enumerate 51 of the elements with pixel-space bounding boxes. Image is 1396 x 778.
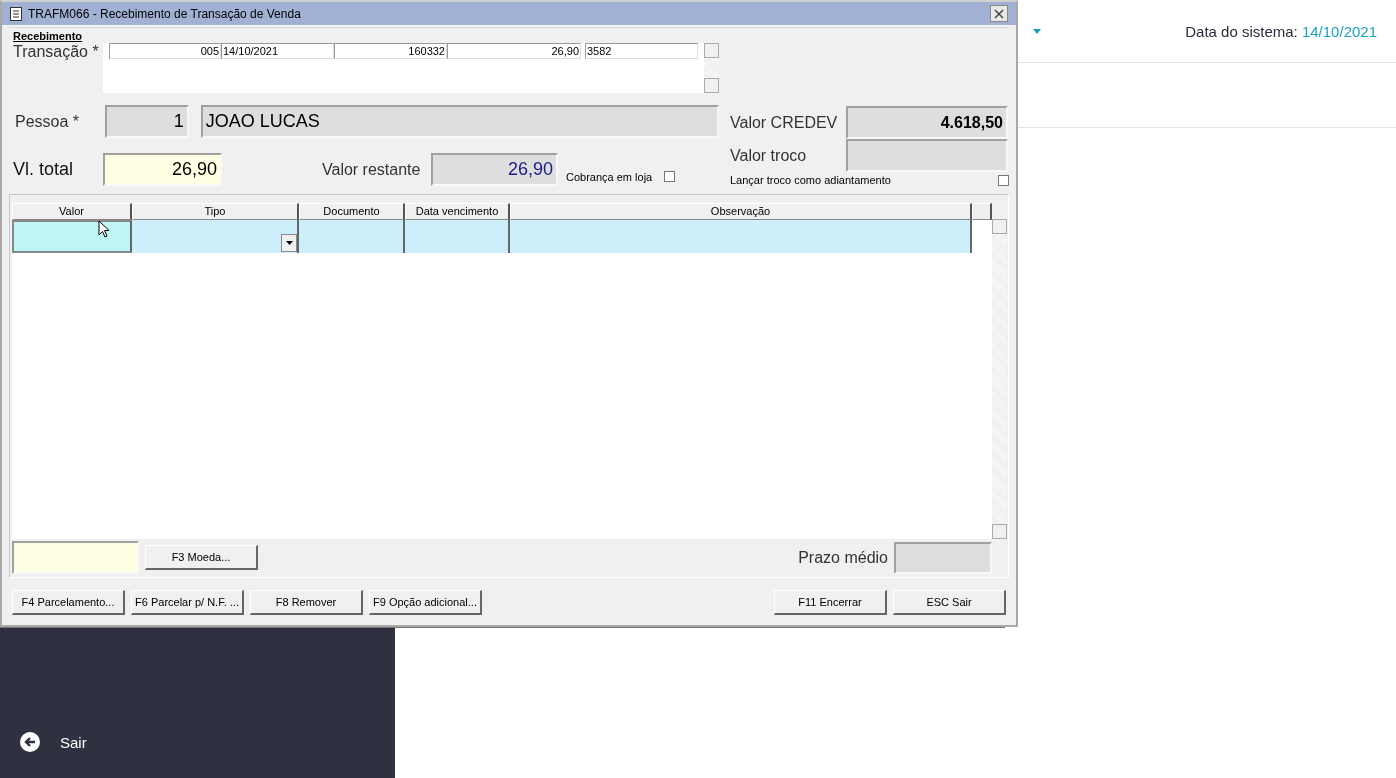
list-cell: 14/10/2021 [221, 43, 334, 59]
table-cell[interactable] [405, 220, 510, 253]
checkbox-label: Cobrança em loja [566, 171, 653, 183]
corner-header[interactable] [972, 203, 992, 220]
field-label: Valor CREDEV [730, 113, 839, 132]
window-title: TRAFM066 - Recebimento de Transação de Venda [28, 6, 302, 21]
checkbox[interactable] [998, 174, 1009, 186]
scroll-bar[interactable] [992, 219, 1007, 539]
field-label: Transação * [13, 43, 100, 62]
close-icon [994, 8, 1004, 19]
system-date: Data do sistema: 14/10/2021 [1185, 22, 1377, 40]
field-label: Pessoa * [14, 112, 81, 131]
remaining-field[interactable]: 26,90 [431, 153, 558, 186]
person-name-field[interactable]: JOAO LUCAS [200, 105, 719, 138]
close-button[interactable] [990, 5, 1008, 22]
list-cell: 160332 [334, 43, 447, 59]
transaction-list[interactable]: 005 14/10/2021 160332 26,90 3582 [103, 43, 719, 93]
table-cell[interactable] [510, 220, 972, 253]
group-title: Recebimento [13, 30, 83, 42]
table-cell[interactable] [12, 220, 132, 253]
action-button[interactable]: F6 Parcelar p/ N.F. ... [131, 590, 244, 615]
field-label: Valor troco [730, 146, 808, 165]
action-button[interactable]: F4 Parcelamento... [12, 590, 125, 615]
field-label: Prazo médio [798, 548, 888, 567]
field-label: Valor restante [322, 160, 422, 179]
credev-field[interactable]: 4.618,50 [846, 106, 1008, 139]
document-icon [10, 6, 22, 21]
list-cell: 3582 [585, 43, 698, 59]
exit-link[interactable]: Sair [20, 732, 87, 752]
person-code-field[interactable]: 1 [105, 105, 189, 138]
caret-icon [285, 241, 293, 245]
average-term-field[interactable] [894, 541, 992, 574]
checkbox[interactable] [664, 171, 676, 182]
table-cell[interactable] [299, 220, 405, 253]
list-cell: 005 [109, 43, 221, 59]
scroll-bar[interactable] [704, 43, 719, 93]
currency-button[interactable]: F3 Moeda... [145, 545, 258, 570]
action-button[interactable]: F9 Opção adicional... [369, 590, 482, 615]
action-button[interactable]: F8 Remover [250, 590, 363, 615]
input-field[interactable] [12, 541, 139, 574]
action-button[interactable]: F11 Encerrar [774, 590, 887, 615]
action-button[interactable]: ESC Sair [893, 590, 1006, 615]
total-field[interactable]: 26,90 [103, 153, 222, 186]
checkbox-label: Lançar troco como adiantamento [730, 174, 891, 186]
change-field[interactable] [846, 139, 1008, 172]
list-cell: 26,90 [447, 43, 581, 59]
caret-icon[interactable] [1033, 28, 1042, 34]
mouse-cursor-icon [98, 220, 110, 238]
table-cell[interactable] [132, 220, 299, 253]
field-label: Vl. total [13, 159, 75, 180]
dropdown-button[interactable] [281, 234, 297, 252]
